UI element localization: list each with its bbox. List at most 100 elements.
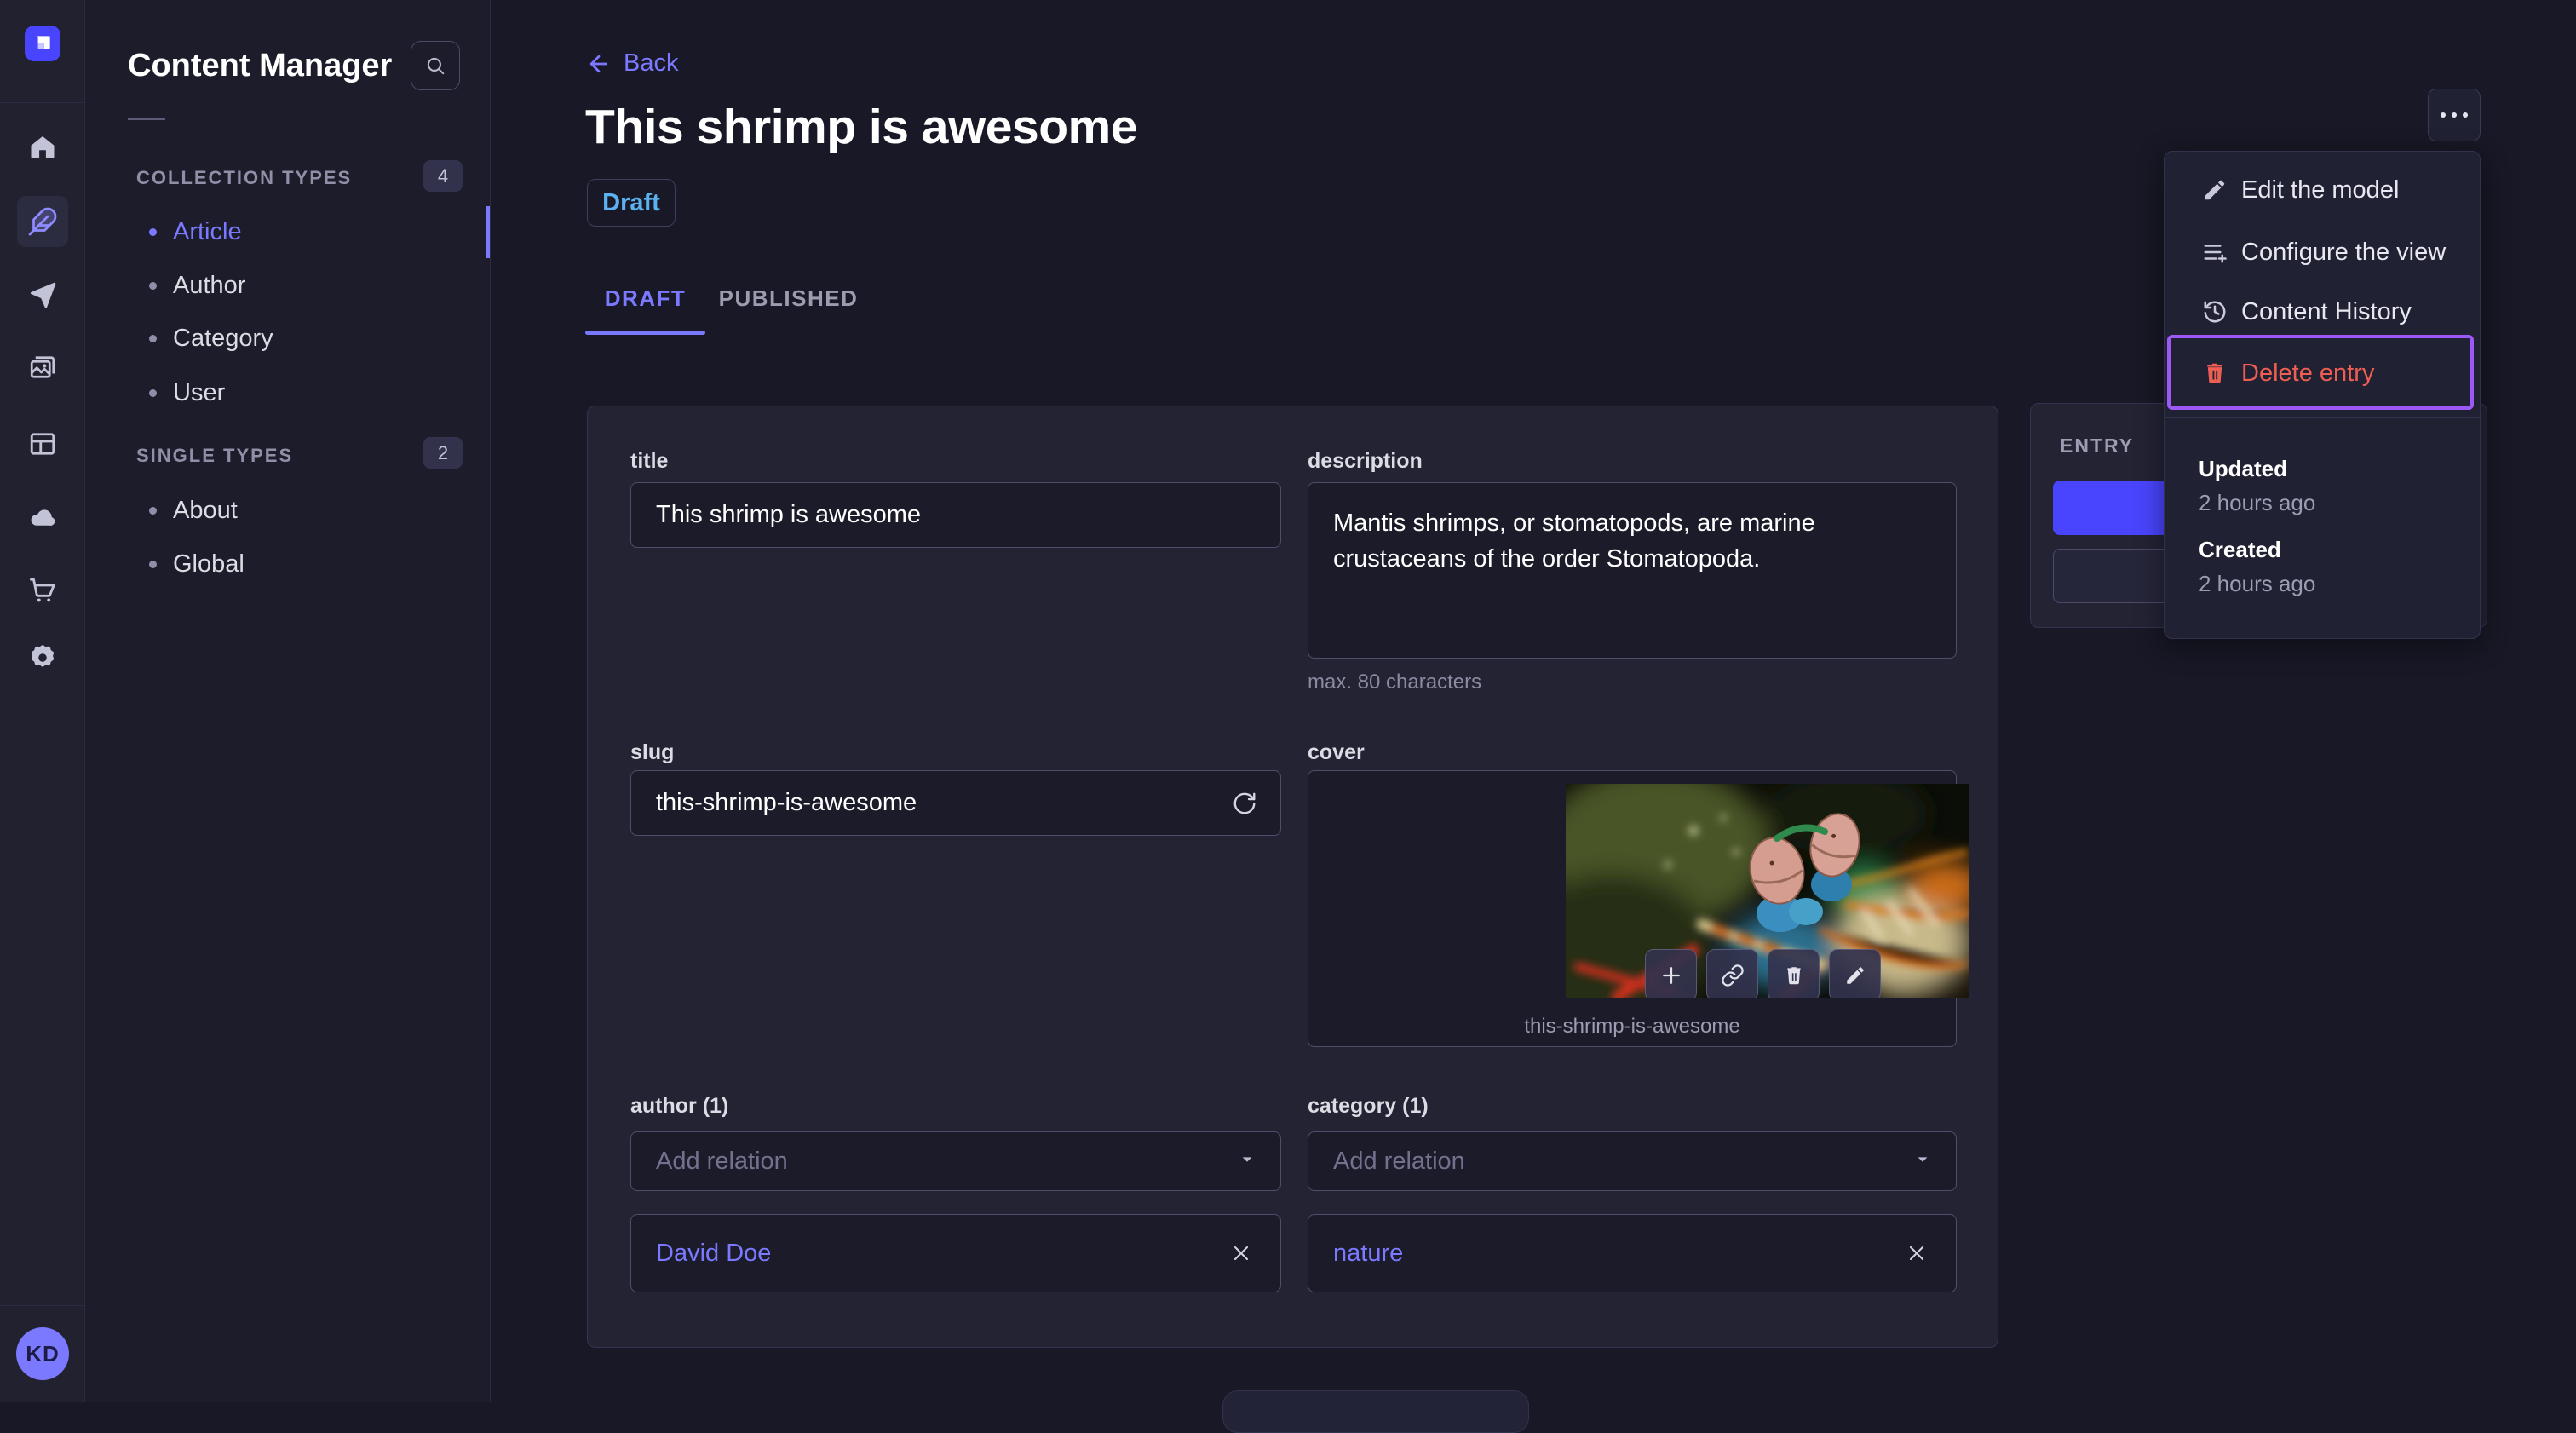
status-badge: Draft [587, 179, 676, 227]
active-tab-underline [585, 331, 705, 335]
nav-releases-button[interactable] [17, 270, 68, 321]
link-icon [1721, 964, 1744, 987]
created-label: Created [2199, 537, 2281, 562]
description-hint: max. 80 characters [1308, 670, 1482, 693]
sidebar-search-button[interactable] [411, 41, 460, 90]
list-configure-icon [2204, 245, 2227, 263]
chevron-down-icon [1912, 1148, 1934, 1175]
slug-field-label: slug [630, 740, 675, 764]
sidebar-item-user[interactable]: User [85, 367, 490, 419]
sidebar-item-article[interactable]: Article [85, 206, 490, 258]
active-item-indicator [486, 206, 490, 258]
category-field-label: category (1) [1308, 1094, 1429, 1118]
paper-plane-icon [30, 282, 55, 308]
content-manager-sidebar: Content Manager COLLECTION TYPES 4 Artic… [85, 0, 491, 1402]
menu-item-content-history[interactable]: Content History [2165, 285, 2480, 339]
bullet-icon [149, 228, 157, 236]
sidebar-item-author[interactable]: Author [85, 260, 490, 312]
trash-icon [1786, 966, 1801, 984]
sidebar-divider [128, 118, 165, 120]
bullet-icon [149, 389, 157, 397]
feather-icon [28, 207, 56, 236]
sidebar-item-about[interactable]: About [85, 485, 490, 537]
rail-divider [0, 1305, 85, 1306]
cover-field: this-shrimp-is-awesome [1308, 770, 1969, 1047]
tab-draft[interactable]: DRAFT [585, 277, 705, 319]
menu-separator [2165, 417, 2480, 418]
cloud-icon [31, 509, 55, 526]
close-icon [1909, 1246, 1924, 1261]
bullet-icon [149, 282, 157, 290]
created-value: 2 hours ago [2199, 571, 2316, 596]
author-relation-combobox[interactable]: Add relation [630, 1131, 1281, 1191]
category-relation-item: nature [1308, 1214, 1957, 1292]
author-relation-item: David Doe [630, 1214, 1281, 1292]
refresh-icon [1233, 792, 1256, 814]
entry-options-menu: Edit the model Configure the view Conten… [2164, 151, 2481, 639]
plus-icon [1662, 966, 1680, 984]
main-nav-rail: KD [0, 0, 85, 1402]
nav-settings-button[interactable] [17, 632, 68, 683]
cover-filename: this-shrimp-is-awesome [1524, 1015, 1740, 1038]
cover-delete-button[interactable] [1768, 949, 1820, 998]
gear-icon [31, 645, 54, 667]
nav-content-type-builder-button[interactable] [17, 418, 68, 469]
description-field-label: description [1308, 449, 1423, 473]
nav-deploy-button[interactable] [17, 492, 68, 543]
category-relation-combobox[interactable]: Add relation [1308, 1131, 1957, 1191]
pencil-icon [2205, 180, 2225, 200]
section-collection-types: COLLECTION TYPES [136, 167, 353, 188]
back-link[interactable]: Back [586, 49, 678, 78]
title-input[interactable]: This shrimp is awesome [630, 482, 1281, 548]
menu-item-edit-the-model[interactable]: Edit the model [2165, 163, 2480, 217]
description-textarea[interactable]: Mantis shrimps, or stomatopods, are mari… [1308, 482, 1957, 659]
more-options-button[interactable] [2428, 89, 2481, 141]
chevron-down-icon [1236, 1148, 1258, 1175]
strapi-logo[interactable] [25, 26, 60, 61]
cover-link-button[interactable] [1706, 949, 1758, 998]
cover-edit-button[interactable] [1829, 949, 1881, 998]
nav-marketplace-button[interactable] [17, 565, 68, 616]
cart-icon [29, 578, 55, 602]
menu-item-configure-the-view[interactable]: Configure the view [2165, 225, 2480, 279]
arrow-left-icon [589, 55, 608, 72]
section-single-types: SINGLE TYPES [136, 445, 294, 466]
relation-link[interactable]: David Doe [656, 1215, 771, 1292]
images-icon [30, 356, 55, 378]
title-field-label: title [630, 449, 669, 473]
search-icon [427, 57, 445, 75]
cover-image[interactable] [1566, 784, 1969, 998]
updated-label: Updated [2199, 456, 2287, 481]
single-types-count: 2 [423, 437, 463, 469]
relation-link[interactable]: nature [1333, 1215, 1403, 1292]
nav-media-library-button[interactable] [17, 342, 68, 393]
sidebar-title: Content Manager [128, 48, 393, 83]
author-field-label: author (1) [630, 1094, 729, 1118]
close-icon [1233, 1246, 1249, 1261]
history-clock-icon [2204, 301, 2226, 323]
collapsed-bottom-panel[interactable] [1222, 1390, 1529, 1433]
tab-published[interactable]: PUBLISHED [705, 277, 871, 319]
remove-relation-button[interactable] [1900, 1236, 1934, 1270]
sidebar-item-global[interactable]: Global [85, 538, 490, 590]
slug-input[interactable]: this-shrimp-is-awesome [630, 770, 1281, 836]
cover-field-label: cover [1308, 740, 1365, 764]
trash-icon [2207, 363, 2222, 383]
remove-relation-button[interactable] [1224, 1236, 1258, 1270]
sidebar-item-category[interactable]: Category [85, 313, 490, 365]
collection-types-count: 4 [423, 160, 463, 192]
edit-form-card: title This shrimp is awesome description… [587, 406, 1998, 1348]
cover-add-button[interactable] [1645, 949, 1697, 998]
home-icon [31, 136, 54, 158]
rail-divider [0, 102, 85, 103]
entry-panel-label: ENTRY [2060, 435, 2135, 457]
menu-item-delete-entry[interactable]: Delete entry [2165, 346, 2480, 400]
updated-value: 2 hours ago [2199, 490, 2316, 515]
user-avatar[interactable]: KD [16, 1327, 69, 1380]
bullet-icon [149, 335, 157, 342]
nav-content-manager-button[interactable] [16, 196, 68, 247]
layout-icon [30, 433, 55, 455]
pencil-icon [1846, 966, 1864, 984]
nav-home-button[interactable] [17, 121, 68, 172]
regenerate-slug-button[interactable] [1226, 785, 1263, 822]
